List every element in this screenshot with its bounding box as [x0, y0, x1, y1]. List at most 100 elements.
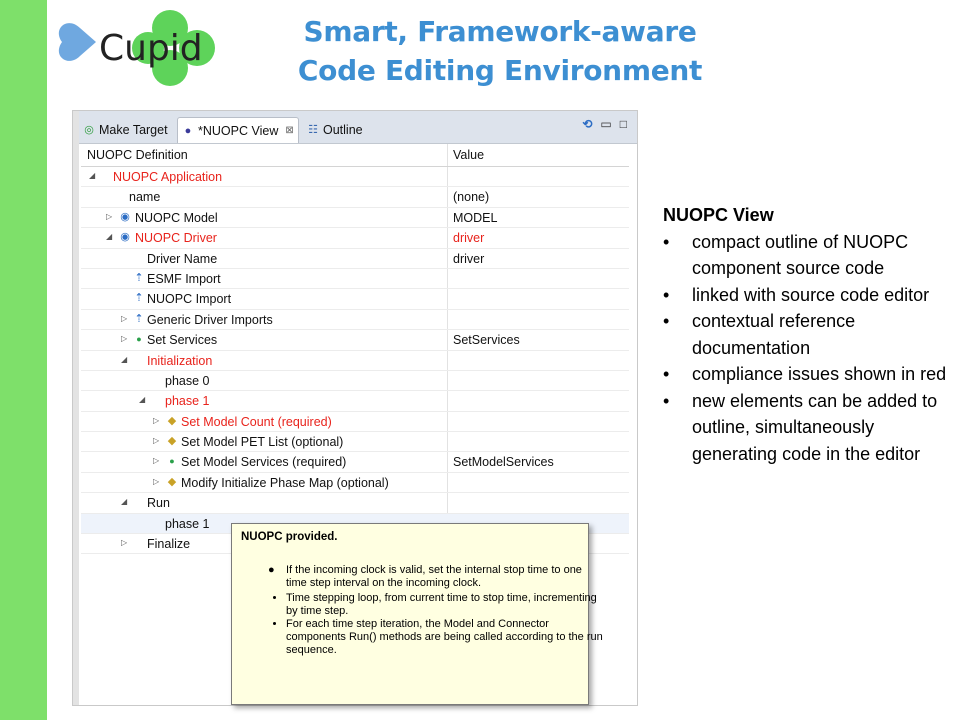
row-label: Initialization — [147, 353, 213, 368]
tree-row[interactable]: ▷ ● Set Services SetServices — [81, 330, 629, 351]
documentation-tooltip: NUOPC provided. ● If the incoming clock … — [231, 523, 603, 705]
tree-row[interactable]: ▷ ⇡ Generic Driver Imports — [81, 310, 629, 331]
row-label: Finalize — [147, 537, 191, 552]
collapsed-arrow-icon[interactable]: ▷ — [153, 436, 159, 445]
tree-row[interactable]: name (none) — [81, 187, 629, 208]
side-heading: NUOPC View — [663, 205, 774, 225]
column-definition-header[interactable]: NUOPC Definition — [87, 148, 188, 162]
row-label: Run — [147, 496, 170, 511]
side-bullet: compliance issues shown in red — [663, 361, 953, 388]
view-toolbar: ⟲ ▭ □ — [582, 117, 627, 131]
row-value: (none) — [453, 190, 490, 205]
tree-row[interactable]: ◢ phase 1 — [81, 391, 629, 412]
tooltip-bullet: For each time step iteration, the Model … — [286, 618, 604, 657]
side-bullets: compact outline of NUOPC component sourc… — [663, 229, 953, 468]
row-value: driver — [453, 231, 485, 246]
collapsed-arrow-icon[interactable]: ▷ — [121, 314, 127, 323]
warning-method-icon: ◆ — [167, 435, 177, 448]
row-value: driver — [453, 251, 485, 266]
row-label: NUOPC Application — [113, 170, 223, 184]
row-label: ESMF Import — [147, 271, 221, 286]
row-label: Set Model PET List (optional) — [181, 435, 344, 450]
tab-nuopc-view[interactable]: ● *NUOPC View ⊠ — [177, 117, 299, 143]
tree-row[interactable]: ◢ Run — [81, 493, 629, 514]
slide-title: Smart, Framework-aware Code Editing Envi… — [250, 12, 750, 90]
tree-row[interactable]: ▷ ◆ Modify Initialize Phase Map (optiona… — [81, 473, 629, 494]
tree-row[interactable]: ◢ NUOPC Application — [81, 167, 629, 188]
tooltip-lead: ● If the incoming clock is valid, set th… — [268, 564, 582, 590]
collapsed-arrow-icon[interactable]: ▷ — [121, 538, 127, 547]
row-label: NUOPC Model — [135, 210, 218, 225]
row-label: Driver Name — [147, 251, 218, 266]
tooltip-lead-text: If the incoming clock is valid, set the … — [286, 564, 582, 589]
row-label: NUOPC Import — [147, 292, 232, 307]
collapsed-arrow-icon[interactable]: ▷ — [106, 212, 112, 221]
row-label: Generic Driver Imports — [147, 312, 273, 327]
make-target-icon: ◎ — [84, 123, 94, 136]
method-icon: ● — [136, 334, 142, 345]
expanded-arrow-icon[interactable]: ◢ — [89, 171, 95, 180]
tree-row[interactable]: ▷ ● Set Model Services (required) SetMod… — [81, 452, 629, 473]
expanded-arrow-icon[interactable]: ◢ — [121, 355, 127, 364]
outline-icon: ☷ — [308, 123, 318, 136]
tooltip-title: NUOPC provided. — [241, 531, 338, 543]
tab-make-target[interactable]: ◎ Make Target — [79, 117, 172, 142]
row-label: phase 1 — [165, 516, 210, 531]
import-icon: ⇡ — [134, 292, 144, 305]
tree-header: NUOPC Definition Value — [81, 144, 629, 167]
import-icon: ⇡ — [134, 271, 144, 284]
side-bullet: new elements can be added to outline, si… — [663, 388, 953, 468]
method-icon: ● — [169, 456, 175, 467]
row-label: Set Model Count (required) — [181, 414, 332, 429]
column-value-header[interactable]: Value — [453, 148, 484, 162]
expanded-arrow-icon[interactable]: ◢ — [121, 497, 127, 506]
model-component-icon: ◉ — [120, 210, 130, 223]
tab-outline[interactable]: ☷ Outline — [303, 117, 367, 142]
collapsed-arrow-icon[interactable]: ▷ — [121, 334, 127, 343]
tooltip-bullets: Time stepping loop, from current time to… — [267, 592, 604, 657]
tab-label: *NUOPC View — [198, 123, 279, 138]
cupid-logo-icon: Cupid — [58, 10, 215, 86]
tree-row[interactable]: ◢ Initialization — [81, 351, 629, 371]
tree-row[interactable]: ▷ ◆ Set Model Count (required) — [81, 412, 629, 433]
row-label: Set Services — [147, 333, 218, 348]
driver-error-icon: ◉ — [120, 231, 130, 244]
title-line-2: Code Editing Environment — [297, 54, 703, 87]
collapsed-arrow-icon[interactable]: ▷ — [153, 456, 159, 465]
tree-row[interactable]: ▷ ◆ Set Model PET List (optional) — [81, 432, 629, 453]
title-line-1: Smart, Framework-aware — [303, 15, 697, 48]
tree-row[interactable]: Driver Name driver — [81, 249, 629, 269]
row-label: NUOPC Driver — [135, 231, 217, 246]
row-value: MODEL — [453, 210, 498, 225]
side-bullet: linked with source code editor — [663, 282, 953, 309]
view-tab-bar: ◎ Make Target ● *NUOPC View ⊠ ☷ Outline … — [79, 111, 637, 144]
row-value: SetServices — [453, 333, 520, 348]
collapsed-arrow-icon[interactable]: ▷ — [153, 416, 159, 425]
bullet-icon: ● — [268, 564, 275, 576]
expanded-arrow-icon[interactable]: ◢ — [106, 232, 112, 241]
close-icon[interactable]: ⊠ — [285, 125, 293, 136]
refresh-icon[interactable]: ⟲ — [582, 117, 592, 131]
row-label: Modify Initialize Phase Map (optional) — [181, 475, 389, 490]
tree-row[interactable]: ⇡ NUOPC Import — [81, 289, 629, 310]
row-value: SetModelServices — [453, 455, 554, 470]
collapsed-arrow-icon[interactable]: ▷ — [153, 477, 159, 486]
maximize-icon[interactable]: □ — [620, 117, 627, 131]
tab-label: Outline — [323, 122, 363, 137]
side-bullet: contextual reference documentation — [663, 308, 953, 361]
tree-row[interactable]: ◢ ◉ NUOPC Driver driver — [81, 228, 629, 249]
minimize-icon[interactable]: ▭ — [600, 117, 611, 131]
expanded-arrow-icon[interactable]: ◢ — [139, 395, 145, 404]
tree-row[interactable]: ⇡ ESMF Import — [81, 269, 629, 290]
tree-row[interactable]: phase 0 — [81, 371, 629, 392]
nuopc-view-icon: ● — [184, 124, 192, 137]
row-label: name — [129, 190, 161, 205]
tooltip-bullet: Time stepping loop, from current time to… — [286, 592, 604, 618]
warning-method-icon: ◆ — [167, 414, 177, 427]
tree-row[interactable]: ▷ ◉ NUOPC Model MODEL — [81, 208, 629, 229]
row-label: phase 0 — [165, 373, 210, 388]
svg-text:Cupid: Cupid — [99, 28, 203, 69]
nuopc-tree: NUOPC Definition Value ◢ NUOPC Applicati… — [81, 144, 629, 564]
warning-method-icon: ◆ — [167, 475, 177, 488]
left-accent-bar — [0, 0, 47, 720]
